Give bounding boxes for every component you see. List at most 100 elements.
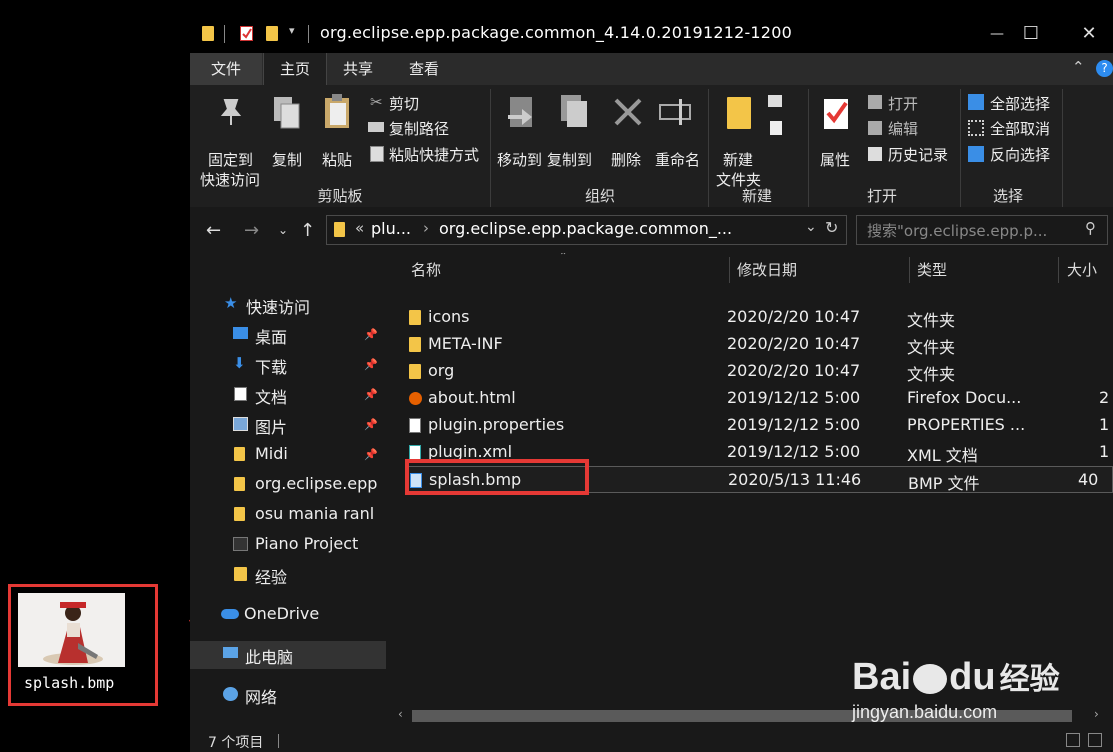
move-to-button[interactable]: 移动到	[497, 149, 542, 170]
pin-icon[interactable]: 📌	[364, 388, 378, 401]
table-row[interactable]: META-INF 2020/2/20 10:47 文件夹	[407, 331, 1113, 358]
breadcrumb-plugins[interactable]: plu...	[371, 219, 411, 238]
search-input[interactable]: 搜索"org.eclipse.epp.p... ⚲	[856, 215, 1108, 245]
address-dropdown-icon[interactable]: ⌄	[805, 219, 817, 235]
pin-icon[interactable]: 📌	[364, 328, 378, 341]
selection-highlight	[405, 459, 589, 495]
breadcrumb-current[interactable]: org.eclipse.epp.package.common_...	[439, 219, 732, 238]
easy-access-icon[interactable]	[770, 121, 782, 135]
organize-group-label: 组织	[584, 187, 615, 205]
item-count: 7 个项目	[208, 735, 264, 751]
select-all-button[interactable]: 全部选择	[990, 93, 1050, 114]
table-row[interactable]: plugin.properties 2019/12/12 5:00 PROPER…	[407, 412, 1113, 439]
new-item-icon[interactable]	[768, 95, 782, 107]
folder-icon	[409, 310, 421, 325]
folder-icon	[234, 507, 245, 521]
tab-share[interactable]: 共享	[334, 53, 382, 85]
chevron-down-icon[interactable]: ▾	[289, 24, 295, 37]
table-row[interactable]: about.html 2019/12/12 5:00 Firefox Docu.…	[407, 385, 1113, 412]
scroll-right-icon[interactable]: ›	[1094, 707, 1099, 721]
paste-icon	[325, 94, 349, 128]
nav-onedrive[interactable]: OneDrive	[190, 601, 386, 629]
tab-view[interactable]: 查看	[400, 53, 448, 85]
copy-to-button[interactable]: 复制到	[547, 149, 592, 170]
history-icon	[868, 147, 882, 161]
ribbon-tabs: 文件 主页 共享 查看 ⌃ ?	[190, 53, 1113, 85]
forward-button[interactable]: →	[244, 220, 259, 241]
open-button[interactable]: 打开	[888, 93, 918, 114]
new-folder-quick-icon[interactable]	[266, 26, 278, 41]
computer-icon	[223, 647, 238, 658]
edit-button[interactable]: 编辑	[888, 118, 918, 139]
pin-icon[interactable]: 📌	[364, 358, 378, 371]
nav-item-desktop[interactable]: 桌面 📌	[190, 321, 386, 349]
paste-shortcut-button[interactable]: 粘贴快捷方式	[389, 144, 479, 165]
nav-item-org-eclipse[interactable]: org.eclipse.epp	[190, 471, 386, 499]
close-button[interactable]: ✕	[1066, 18, 1112, 50]
nav-item-midi[interactable]: Midi 📌	[190, 441, 386, 469]
details-view-icon[interactable]	[1066, 733, 1080, 747]
breadcrumb-overflow[interactable]: «	[355, 219, 364, 237]
cut-button[interactable]: 剪切	[389, 93, 419, 114]
download-icon: ⬇	[233, 354, 246, 372]
up-button[interactable]: ↑	[300, 220, 315, 241]
maximize-button[interactable]: ☐	[1008, 18, 1054, 50]
collapse-ribbon-icon[interactable]: ⌃	[1072, 58, 1085, 76]
paste-button[interactable]: 粘贴	[322, 149, 352, 170]
address-input[interactable]: « plu... › org.eclipse.epp.package.commo…	[326, 215, 847, 245]
scroll-left-icon[interactable]: ‹	[398, 707, 403, 721]
nav-item-pictures[interactable]: 图片 📌	[190, 411, 386, 439]
nav-quick-access[interactable]: ★ 快速访问	[190, 291, 386, 319]
preview-thumbnail[interactable]	[18, 593, 125, 667]
column-header-modified[interactable]: 修改日期	[737, 259, 797, 280]
nav-item-osu[interactable]: osu mania ranl	[190, 501, 386, 529]
column-header-name[interactable]: 名称	[411, 259, 441, 280]
select-none-button[interactable]: 全部取消	[990, 118, 1050, 139]
nav-network[interactable]: 网络	[190, 681, 386, 709]
copy-button[interactable]: 复制	[272, 149, 302, 170]
history-button[interactable]: 历史记录	[888, 144, 948, 165]
address-bar-row: ← → ⌄ ↑ « plu... › org.eclipse.epp.packa…	[190, 207, 1113, 253]
tab-file[interactable]: 文件	[190, 53, 262, 85]
nav-item-piano-project[interactable]: Piano Project	[190, 531, 386, 559]
cloud-icon	[221, 609, 239, 619]
folder-icon	[234, 447, 245, 461]
pin-icon[interactable]: 📌	[364, 418, 378, 431]
help-icon[interactable]: ?	[1096, 60, 1113, 77]
nav-item-downloads[interactable]: ⬇ 下载 📌	[190, 351, 386, 379]
back-button[interactable]: ←	[206, 220, 221, 241]
nav-item-documents[interactable]: 文档 📌	[190, 381, 386, 409]
open-icon	[868, 95, 882, 109]
invert-selection-button[interactable]: 反向选择	[990, 144, 1050, 165]
pin-to-quick-access-button[interactable]: 固定到	[208, 149, 253, 170]
search-icon[interactable]: ⚲	[1085, 219, 1096, 237]
tab-home[interactable]: 主页	[263, 53, 327, 85]
properties-button[interactable]: 属性	[820, 149, 850, 170]
new-folder-button[interactable]: 新建	[723, 149, 753, 170]
pin-icon[interactable]: 📌	[364, 448, 378, 461]
large-icons-view-icon[interactable]	[1088, 733, 1102, 747]
rename-button[interactable]: 重命名	[655, 149, 700, 170]
folder-icon	[409, 337, 421, 352]
copy-path-button[interactable]: 复制路径	[389, 118, 449, 139]
nav-item-jingyan[interactable]: 经验	[190, 561, 386, 589]
folder-icon	[234, 477, 245, 491]
column-header-size[interactable]: 大小	[1067, 259, 1097, 280]
table-row[interactable]: org 2020/2/20 10:47 文件夹	[407, 358, 1113, 385]
refresh-icon[interactable]: ↻	[825, 218, 838, 237]
new-group-label: 新建	[741, 187, 772, 205]
title-bar: ▾ org.eclipse.epp.package.common_4.14.0.…	[190, 14, 1113, 53]
column-header-type[interactable]: 类型	[917, 259, 947, 280]
pin-to-quick-access-line2: 快速访问	[200, 171, 261, 189]
table-row[interactable]: icons 2020/2/20 10:47 文件夹	[407, 304, 1113, 331]
clipboard-group-label: 剪贴板	[317, 187, 363, 205]
recent-dropdown-icon[interactable]: ⌄	[278, 223, 288, 237]
nav-this-pc[interactable]: 此电脑	[190, 641, 386, 669]
properties-quick-icon[interactable]	[240, 26, 253, 41]
horizontal-scrollbar[interactable]: ‹ ›	[396, 706, 1113, 726]
select-group-label: 选择	[992, 187, 1023, 205]
file-list: ⌃ 名称 修改日期 类型 大小 icons 2020/2/20 10:47 文件…	[387, 253, 1113, 713]
breadcrumb-separator-icon: ›	[423, 219, 429, 237]
move-to-icon	[508, 97, 532, 127]
delete-button[interactable]: 删除	[611, 149, 641, 170]
